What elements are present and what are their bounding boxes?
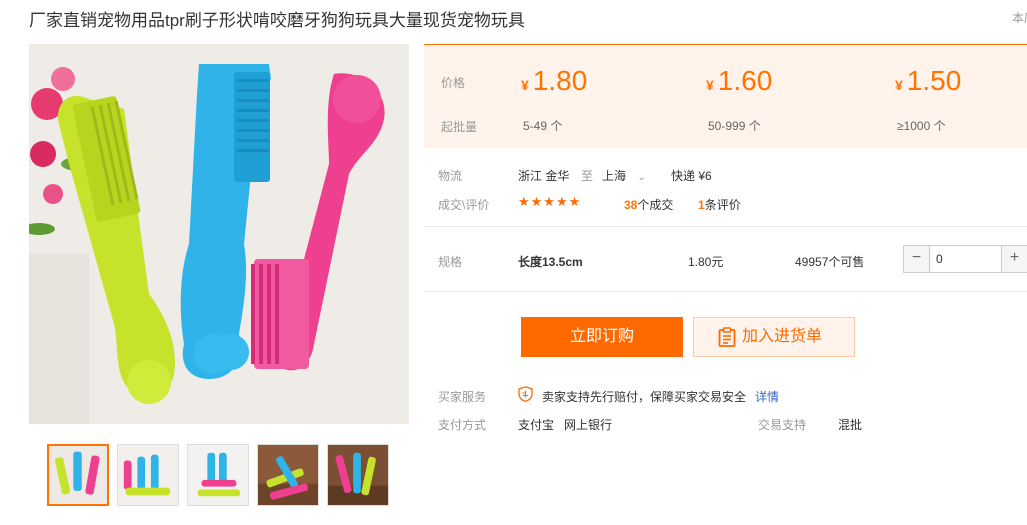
thumbnail-image	[258, 445, 318, 505]
service-label: 买家服务	[438, 390, 487, 404]
price-value: 1.60	[717, 65, 773, 96]
clipboard-icon	[718, 327, 736, 347]
ship-destination: 上海	[602, 169, 627, 183]
currency-symbol: ¥	[521, 77, 529, 93]
service-text: 卖家支持先行赔付，保障买家交易安全	[542, 390, 747, 404]
payment-method-alipay: 支付宝	[518, 418, 555, 432]
main-product-image[interactable]	[29, 44, 409, 424]
thumbnail-image	[118, 445, 178, 505]
review-count: 1	[698, 198, 705, 212]
price-tier-1: ¥1.80	[521, 65, 587, 97]
price-label: 价格	[441, 76, 466, 90]
add-to-list-button[interactable]: 加入进货单	[693, 317, 855, 357]
buy-now-button[interactable]: 立即订购	[521, 317, 683, 357]
payment-method-bank: 网上银行	[564, 418, 613, 432]
ship-origin: 浙江 金华	[518, 169, 570, 183]
product-title: 厂家直销宠物用品tpr刷子形状啃咬磨牙狗狗玩具大量现货宠物玩具	[29, 11, 525, 30]
spec-stock: 49957个可售	[795, 255, 865, 269]
qty-tier-3: ≥1000 个	[897, 119, 946, 133]
payment-label: 支付方式	[438, 418, 487, 432]
currency-symbol: ¥	[895, 77, 903, 93]
min-order-label: 起批量	[441, 120, 478, 134]
price-value: 1.50	[906, 65, 962, 96]
rating-stars: ★★★★★	[518, 194, 582, 209]
thumbnail-image	[188, 445, 248, 505]
thumbnail-image	[328, 445, 388, 505]
shop-label[interactable]: 本店	[1012, 9, 1027, 26]
thumbnail-2[interactable]	[117, 444, 179, 506]
thumbnail-image	[49, 446, 107, 504]
increment-button[interactable]: +	[1001, 246, 1027, 272]
review-unit: 条评价	[704, 198, 741, 212]
currency-symbol: ¥	[706, 77, 714, 93]
decrement-button[interactable]: −	[904, 246, 930, 272]
deals-label: 成交\评价	[438, 198, 490, 212]
price-tier-3: ¥1.50	[895, 65, 961, 97]
qty-tier-1: 5-49 个	[523, 119, 563, 133]
spec-label: 规格	[438, 255, 463, 269]
shipping-fee: 快递 ¥6	[671, 169, 712, 183]
spec-name: 长度13.5cm	[518, 255, 583, 269]
trade-support-label: 交易支持	[758, 418, 807, 432]
add-to-list-label: 加入进货单	[742, 328, 823, 345]
price-tier-2: ¥1.60	[706, 65, 772, 97]
price-panel: 价格 起批量 ¥1.80 5-49 个 ¥1.60 50-999 个 ¥1.50…	[424, 44, 1027, 148]
thumbnail-1[interactable]	[47, 444, 109, 506]
service-details-link[interactable]: 详情	[755, 388, 779, 405]
deal-count: 38	[624, 198, 638, 212]
deal-unit: 个成交	[637, 198, 674, 212]
thumbnail-4[interactable]	[257, 444, 319, 506]
ship-destination-select[interactable]: 上海 ⌄	[602, 167, 646, 184]
spec-price: 1.80元	[688, 255, 724, 269]
thumbnail-3[interactable]	[187, 444, 249, 506]
trade-support-value: 混批	[838, 418, 863, 432]
shield-icon	[518, 386, 533, 402]
thumbnail-5[interactable]	[327, 444, 389, 506]
deal-count-link[interactable]: 38个成交	[624, 196, 673, 213]
ship-to-word: 至	[581, 169, 594, 183]
quantity-input[interactable]: 0	[936, 246, 943, 272]
divider	[424, 226, 1027, 227]
product-photo	[29, 44, 409, 424]
quantity-stepper: − 0 +	[903, 245, 1027, 273]
chevron-down-icon: ⌄	[637, 172, 646, 183]
divider	[424, 291, 1027, 292]
price-value: 1.80	[532, 65, 588, 96]
logistics-label: 物流	[438, 169, 463, 183]
review-count-link[interactable]: 1条评价	[698, 196, 741, 213]
qty-tier-2: 50-999 个	[708, 119, 761, 133]
